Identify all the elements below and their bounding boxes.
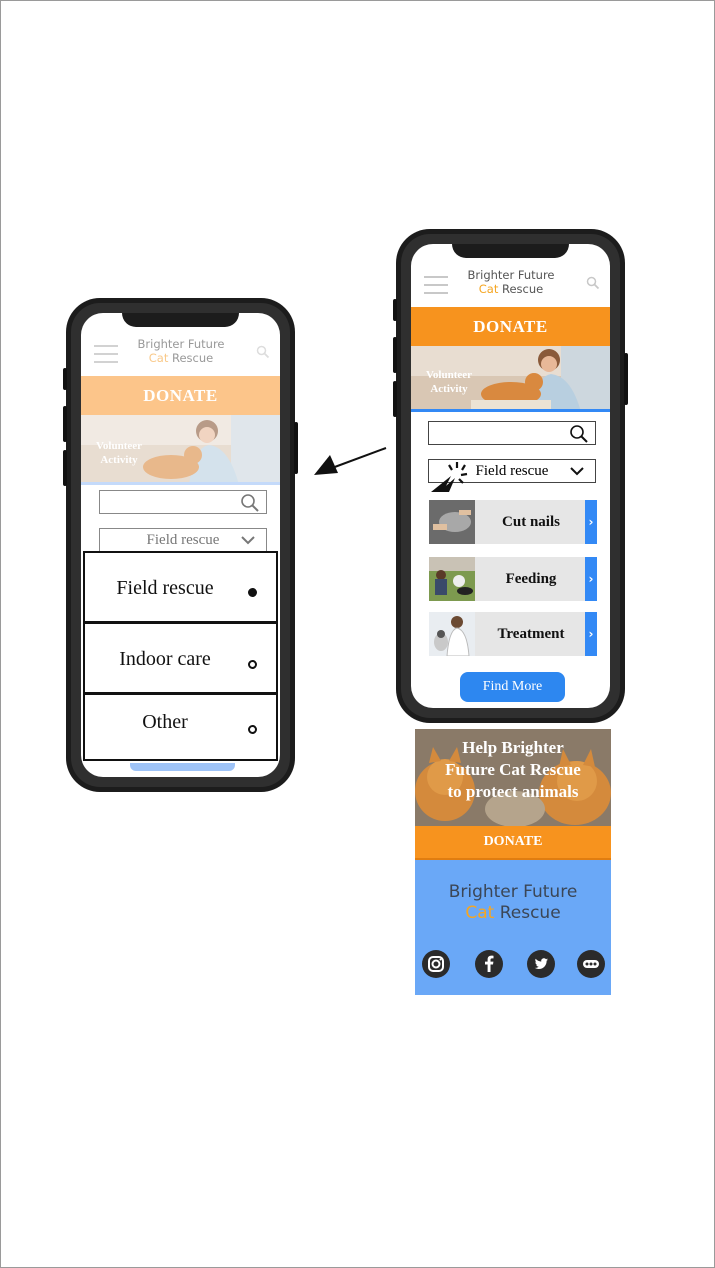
footer-brand-logo: Brighter Future Cat Rescue xyxy=(448,882,578,923)
hero-caption: Volunteer Activity xyxy=(95,440,143,466)
search-icon[interactable] xyxy=(256,345,270,359)
footer-banner: Help Brighter Future Cat Rescue to prote… xyxy=(415,729,611,826)
list-item[interactable]: Treatment › xyxy=(429,612,597,656)
hero-image: Volunteer Activity xyxy=(411,346,610,412)
cut-nails-thumbnail xyxy=(429,500,475,544)
right-phone: Brighter Future Cat Rescue DONATE Volunt… xyxy=(393,229,628,723)
dropdown-option-field-rescue[interactable]: Field rescue xyxy=(83,551,278,623)
list-item[interactable]: Feeding › xyxy=(429,557,597,601)
chevron-down-icon xyxy=(570,467,584,476)
chevron-right-icon[interactable]: › xyxy=(585,557,597,601)
chevron-right-icon[interactable]: › xyxy=(585,612,597,656)
find-more-button-faded xyxy=(130,763,235,771)
donate-button[interactable]: DONATE xyxy=(411,307,610,346)
search-input[interactable] xyxy=(99,490,267,514)
treatment-thumbnail xyxy=(429,612,475,656)
left-phone-screen: Brighter Future Cat Rescue DONATE Volunt… xyxy=(81,313,280,777)
category-dropdown[interactable]: Field rescue xyxy=(99,528,267,552)
page-footer: Help Brighter Future Cat Rescue to prote… xyxy=(415,729,611,995)
search-input[interactable] xyxy=(428,421,596,445)
brand-logo: Brighter Future Cat Rescue xyxy=(137,337,225,365)
radio-unselected-icon[interactable] xyxy=(248,725,257,734)
facebook-icon[interactable] xyxy=(475,950,503,978)
footer-banner-text: Help Brighter Future Cat Rescue to prote… xyxy=(445,738,581,801)
right-phone-screen: Brighter Future Cat Rescue DONATE Volunt… xyxy=(411,244,610,708)
transition-arrow xyxy=(314,447,387,475)
radio-unselected-icon[interactable] xyxy=(248,660,257,669)
hero-caption: Volunteer Activity xyxy=(425,369,473,395)
dropdown-value: Field rescue xyxy=(475,463,549,479)
click-cursor-icon xyxy=(431,462,468,492)
menu-icon[interactable] xyxy=(94,345,118,369)
dropdown-value: Field rescue xyxy=(146,532,220,548)
radio-selected-icon[interactable] xyxy=(248,588,257,597)
footer-donate-button[interactable]: DONATE xyxy=(415,826,611,860)
brand-logo: Brighter Future Cat Rescue xyxy=(467,268,555,296)
dropdown-option-indoor-care[interactable]: Indoor care xyxy=(83,622,278,694)
find-more-button[interactable]: Find More xyxy=(460,672,565,702)
instagram-icon[interactable] xyxy=(422,950,450,978)
feeding-thumbnail xyxy=(429,557,475,601)
footer-brand-area: Brighter Future Cat Rescue xyxy=(415,860,611,995)
menu-icon[interactable] xyxy=(424,276,448,300)
search-icon[interactable] xyxy=(240,493,260,513)
donate-button[interactable]: DONATE xyxy=(81,376,280,415)
chevron-down-icon xyxy=(241,536,255,545)
left-phone: Brighter Future Cat Rescue DONATE Volunt… xyxy=(63,298,298,792)
search-icon[interactable] xyxy=(569,424,589,444)
twitter-icon[interactable] xyxy=(527,950,555,978)
dropdown-option-other[interactable]: Other xyxy=(83,693,278,761)
list-item[interactable]: Cut nails › xyxy=(429,500,597,544)
more-icon[interactable] xyxy=(577,950,605,978)
chevron-right-icon[interactable]: › xyxy=(585,500,597,544)
search-icon[interactable] xyxy=(586,276,600,290)
hero-image: Volunteer Activity xyxy=(81,415,280,485)
